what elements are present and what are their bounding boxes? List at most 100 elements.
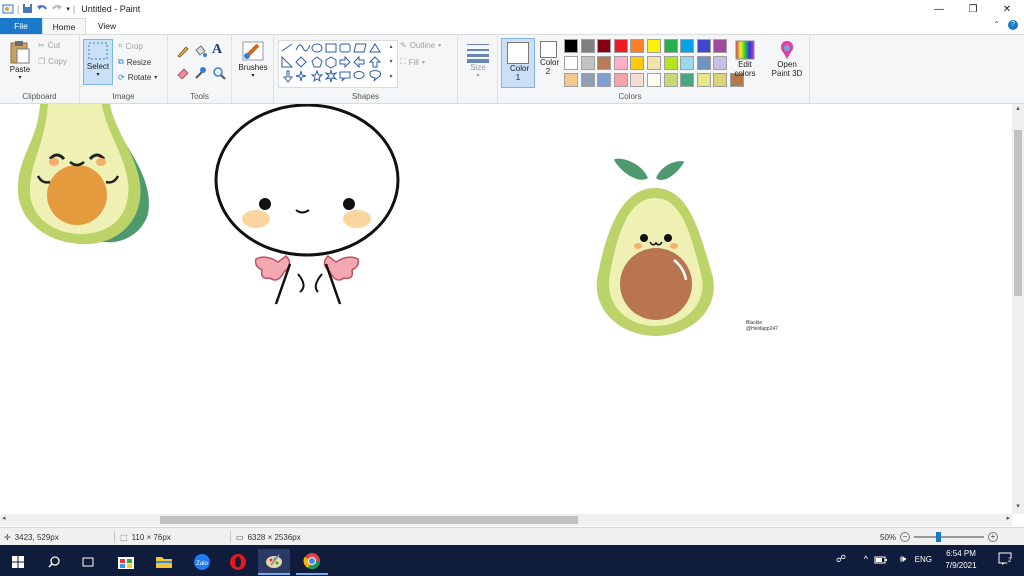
color-swatch[interactable]: [663, 39, 678, 53]
color-swatch[interactable]: [630, 73, 645, 87]
scroll-right-icon[interactable]: ▸: [1006, 514, 1010, 522]
outline-dropdown-icon: ▾: [438, 43, 442, 49]
color-swatch[interactable]: [597, 56, 612, 70]
shapes-gallery[interactable]: [278, 40, 398, 88]
zoom-slider-thumb[interactable]: [936, 532, 942, 542]
zoom-slider[interactable]: [914, 532, 985, 542]
text-icon[interactable]: A: [212, 42, 222, 58]
color-swatch[interactable]: [597, 39, 612, 53]
pencil-icon[interactable]: [176, 44, 190, 60]
zoom-out-icon[interactable]: −: [900, 532, 911, 542]
tab-file[interactable]: File: [0, 18, 42, 34]
help-icon[interactable]: ?: [1008, 20, 1018, 30]
horizontal-scroll-thumb[interactable]: [160, 516, 578, 524]
close-button[interactable]: ✕: [990, 0, 1024, 18]
brushes-button[interactable]: Brushes ▾: [234, 39, 272, 79]
scroll-down-icon[interactable]: ▾: [1012, 502, 1024, 514]
action-center-button[interactable]: 2: [998, 552, 1020, 570]
eraser-icon[interactable]: [176, 67, 190, 81]
color-swatch[interactable]: [663, 73, 678, 87]
resize-button[interactable]: ⧉ Resize: [118, 57, 151, 67]
scroll-up-icon[interactable]: ▴: [1012, 104, 1024, 116]
volume-icon[interactable]: 🕪: [900, 554, 906, 565]
restore-button[interactable]: ❐: [956, 0, 990, 18]
color-swatch[interactable]: [564, 39, 578, 53]
drawing-canvas[interactable]: Blackie @Heldapp247: [0, 104, 1012, 514]
collapse-ribbon-icon[interactable]: ⌃: [993, 20, 1000, 30]
color-swatch[interactable]: [713, 73, 728, 87]
color-swatch[interactable]: [647, 73, 661, 87]
battery-icon[interactable]: [874, 555, 888, 567]
color-swatch[interactable]: [680, 56, 695, 70]
color-swatch[interactable]: [680, 39, 695, 53]
show-hidden-icons[interactable]: ^: [864, 554, 868, 564]
image-group-label: Image: [112, 92, 135, 101]
outline-button[interactable]: ✎ Outline ▾: [400, 41, 441, 50]
svg-text:Zalo: Zalo: [196, 561, 208, 567]
color-swatch[interactable]: [663, 56, 678, 70]
size-dropdown-icon: ▾: [476, 73, 480, 79]
color-swatch[interactable]: [564, 73, 578, 87]
color-swatch[interactable]: [597, 73, 612, 87]
vertical-scrollbar[interactable]: ▴ ▾: [1012, 104, 1024, 514]
taskbar-file-explorer[interactable]: [148, 549, 180, 575]
color-swatch[interactable]: [613, 39, 628, 53]
color-swatch[interactable]: [630, 39, 645, 53]
fill-button[interactable]: ⛶ Fill ▾: [400, 57, 425, 67]
color1-button[interactable]: Color 1: [501, 38, 535, 88]
edit-colors-button[interactable]: Edit colors: [731, 40, 759, 78]
color-swatch[interactable]: [580, 39, 595, 53]
open-paint3d-button[interactable]: Open Paint 3D: [766, 40, 808, 78]
taskbar-chrome[interactable]: [296, 549, 328, 575]
shapes-scroll[interactable]: ▴ ▾ ▾: [386, 40, 396, 88]
tab-view[interactable]: View: [86, 18, 128, 34]
rotate-button[interactable]: ⟳ Rotate ▾: [118, 73, 157, 82]
clock[interactable]: 6:54 PM 7/9/2021: [938, 548, 984, 572]
taskbar-zalo[interactable]: Zalo: [186, 549, 218, 575]
scroll-left-icon[interactable]: ◂: [2, 514, 6, 522]
save-icon[interactable]: [22, 3, 33, 16]
crop-button[interactable]: ⌗ Crop: [118, 41, 143, 51]
color-swatch[interactable]: [696, 56, 711, 70]
color-swatch[interactable]: [696, 73, 711, 87]
undo-icon[interactable]: [36, 3, 48, 16]
color-swatch[interactable]: [647, 39, 661, 53]
color-picker-icon[interactable]: [193, 66, 207, 82]
select-button[interactable]: Select ▾: [83, 39, 113, 85]
minimize-button[interactable]: —: [922, 0, 956, 18]
color-swatch[interactable]: [613, 73, 628, 87]
copy-button[interactable]: ❐ Copy: [38, 57, 67, 66]
fill-bucket-icon[interactable]: [193, 44, 207, 60]
taskbar-app-store[interactable]: [110, 549, 142, 575]
color-swatch[interactable]: [580, 73, 595, 87]
search-button[interactable]: [38, 549, 70, 575]
cut-button[interactable]: ✂ Cut: [38, 41, 60, 50]
tab-home[interactable]: Home: [42, 18, 86, 34]
redo-icon[interactable]: [51, 3, 63, 16]
color-swatch[interactable]: [564, 56, 578, 70]
color-swatch[interactable]: [713, 39, 728, 53]
shapes-gallery-icon: [281, 43, 382, 83]
color-swatch[interactable]: [713, 56, 728, 70]
paste-button[interactable]: Paste ▾: [6, 39, 34, 81]
color-swatch[interactable]: [680, 73, 695, 87]
color2-button[interactable]: Color 2: [537, 41, 559, 76]
color-swatch[interactable]: [696, 39, 711, 53]
color1-swatch: [507, 42, 529, 64]
color-swatch[interactable]: [630, 56, 645, 70]
customize-toolbar-icon[interactable]: ▾: [66, 5, 70, 13]
color-swatch[interactable]: [613, 56, 628, 70]
task-view-button[interactable]: [72, 549, 104, 575]
input-language[interactable]: ENG: [915, 555, 932, 564]
magnifier-icon[interactable]: [212, 66, 226, 82]
color-swatch[interactable]: [580, 56, 595, 70]
color-swatch[interactable]: [647, 56, 661, 70]
people-icon[interactable]: ☍: [836, 554, 846, 565]
size-button[interactable]: Size ▾: [462, 41, 494, 79]
taskbar-opera[interactable]: [222, 549, 254, 575]
zoom-in-icon[interactable]: +: [988, 532, 999, 542]
horizontal-scrollbar[interactable]: ◂ ▸: [0, 514, 1012, 526]
vertical-scroll-thumb[interactable]: [1014, 130, 1022, 296]
taskbar-paint[interactable]: [258, 549, 290, 575]
start-button[interactable]: [2, 549, 34, 575]
